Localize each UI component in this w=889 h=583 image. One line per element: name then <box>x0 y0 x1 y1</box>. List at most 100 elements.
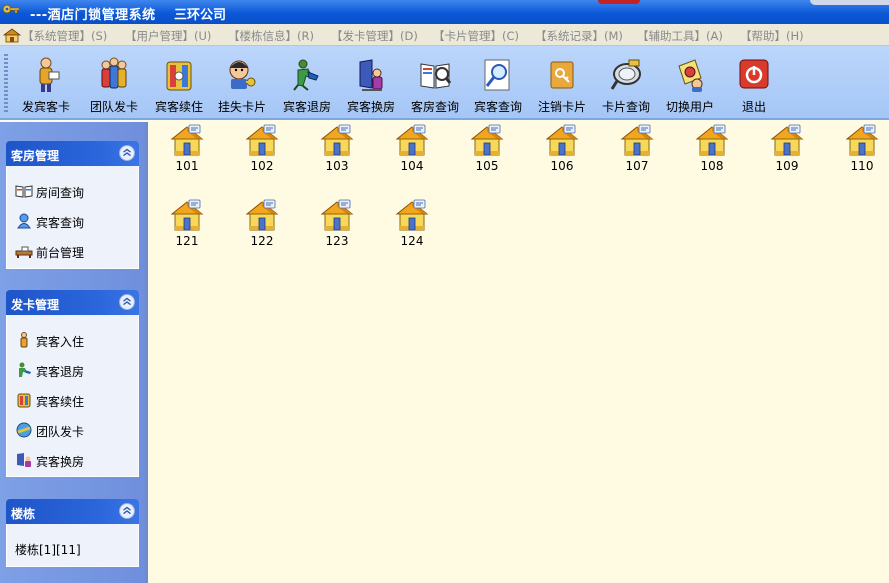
guest-query-button[interactable]: 宾客查询 <box>467 52 529 114</box>
menu-bar: 【系统管理】(S) 【用户管理】(U) 【楼栋信息】(R) 【发卡管理】(D) … <box>0 24 889 46</box>
extend-stay-button[interactable]: 宾客续住 <box>148 52 210 114</box>
change-room-button[interactable]: 宾客换房 <box>340 52 402 114</box>
room-tile[interactable]: 122 <box>235 199 289 259</box>
room-tile[interactable]: 121 <box>160 199 214 259</box>
sidebar-item-change-room[interactable]: 宾客换房 <box>15 451 133 469</box>
room-number: 121 <box>175 234 199 248</box>
sidebar-item-team-card[interactable]: 团队发卡 <box>15 421 133 439</box>
building-body: 楼栋[1][11] <box>6 524 139 567</box>
room-tile[interactable]: 105 <box>460 124 514 184</box>
menu-building[interactable]: 【楼栋信息】(R) <box>228 28 314 44</box>
change-room-icon <box>17 453 31 467</box>
report-lost-button[interactable]: 挂失卡片 <box>211 52 273 114</box>
room-tile[interactable]: 102 <box>235 124 289 184</box>
room-tile[interactable]: 101 <box>160 124 214 184</box>
room-query-icon <box>420 63 452 89</box>
sidebar-item-check-in[interactable]: 宾客入住 <box>15 331 133 349</box>
collapse-chevron-icon[interactable] <box>119 294 135 310</box>
switch-user-label: 切换用户 <box>665 100 714 114</box>
menu-records[interactable]: 【系统记录】(M) <box>535 28 623 44</box>
report-lost-icon <box>229 60 256 89</box>
house-icon <box>545 124 579 156</box>
room-tile[interactable]: 124 <box>385 199 439 259</box>
sidebar-item-label: 宾客续住 <box>36 395 85 409</box>
person-icon <box>17 213 31 229</box>
room-number: 107 <box>625 159 649 173</box>
house-icon <box>620 124 654 156</box>
card-management-header[interactable]: 发卡管理 <box>6 290 139 315</box>
room-tile[interactable]: 107 <box>610 124 664 184</box>
room-tile[interactable]: 109 <box>760 124 814 184</box>
company-name: 三环公司 <box>174 8 227 23</box>
exit-button[interactable]: 退出 <box>723 52 785 114</box>
sidebar-item-label: 房间查询 <box>36 186 85 200</box>
room-management-body: 房间查询 宾客查询 前台管理 <box>6 166 139 269</box>
sidebar-item-label: 宾客退房 <box>36 365 85 379</box>
menu-system[interactable]: 【系统管理】(S) <box>22 28 107 44</box>
sidebar-item-check-out[interactable]: 宾客退房 <box>15 361 133 379</box>
checkout-button[interactable]: 宾客退房 <box>276 52 338 114</box>
sidebar-item-room-query[interactable]: 房间查询 <box>15 182 133 200</box>
cancel-card-label: 注销卡片 <box>537 100 586 114</box>
menu-user[interactable]: 【用户管理】(U) <box>125 28 211 44</box>
menu-tools[interactable]: 【辅助工具】(A) <box>637 28 723 44</box>
menu-issue-card[interactable]: 【发卡管理】(D) <box>331 28 418 44</box>
building-tree-item[interactable]: 楼栋[1][11] <box>15 539 133 557</box>
checkin-icon <box>20 332 28 348</box>
room-number: 105 <box>475 159 499 173</box>
extend-stay-icon <box>166 61 192 91</box>
room-tile[interactable]: 123 <box>310 199 364 259</box>
room-tile[interactable]: 108 <box>685 124 739 184</box>
room-tile[interactable]: 110 <box>835 124 889 184</box>
room-number: 106 <box>550 159 574 173</box>
guest-query-icon <box>484 59 510 91</box>
desk-icon <box>15 246 33 258</box>
card-query-icon <box>610 59 641 90</box>
room-management-panel: 客房管理 房间查询 宾客查询 前台管理 <box>6 141 139 269</box>
issue-guest-card-button[interactable]: 发宾客卡 <box>15 52 77 114</box>
app-menu-icon[interactable] <box>3 27 21 43</box>
card-management-body: 宾客入住 宾客退房 宾客续住 团队发卡 宾客换房 <box>6 315 139 477</box>
checkout-label: 宾客退房 <box>282 100 331 114</box>
menu-card[interactable]: 【卡片管理】(C) <box>433 28 519 44</box>
room-query-button[interactable]: 客房查询 <box>404 52 466 114</box>
guest-card-icon <box>39 57 60 92</box>
house-icon <box>695 124 729 156</box>
house-icon <box>320 124 354 156</box>
room-number: 103 <box>325 159 349 173</box>
room-grid: 101 102 103 104 105 106 107 108 109 110 121 122 123 1… <box>151 122 889 583</box>
card-query-button[interactable]: 卡片查询 <box>595 52 657 114</box>
window-control-fragment[interactable] <box>598 0 640 4</box>
room-tile[interactable]: 106 <box>535 124 589 184</box>
cancel-card-button[interactable]: 注销卡片 <box>531 52 593 114</box>
house-icon <box>245 124 279 156</box>
sidebar-item-guest-query[interactable]: 宾客查询 <box>15 212 133 230</box>
room-number: 123 <box>325 234 349 248</box>
building-header[interactable]: 楼栋 <box>6 499 139 524</box>
exit-label: 退出 <box>741 100 766 114</box>
app-title: ---酒店门锁管理系统 <box>30 8 156 23</box>
room-tile[interactable]: 104 <box>385 124 439 184</box>
menu-help[interactable]: 【帮助】(H) <box>740 28 804 44</box>
toolbar-grip[interactable] <box>4 54 8 112</box>
card-management-panel: 发卡管理 宾客入住 宾客退房 宾客续住 团队发卡 宾客换房 <box>6 290 139 477</box>
team-icon <box>16 422 32 438</box>
collapse-chevron-icon[interactable] <box>119 503 135 519</box>
change-room-icon <box>359 59 383 91</box>
house-icon <box>845 124 879 156</box>
team-card-button[interactable]: 团队发卡 <box>83 52 145 114</box>
collapse-chevron-icon[interactable] <box>119 145 135 161</box>
house-icon <box>320 199 354 231</box>
room-tile[interactable]: 103 <box>310 124 364 184</box>
room-management-header[interactable]: 客房管理 <box>6 141 139 166</box>
sidebar-item-extend-stay[interactable]: 宾客续住 <box>15 391 133 409</box>
checkout-icon <box>293 59 319 91</box>
checkout-icon <box>19 362 31 377</box>
change-room-label: 宾客换房 <box>346 100 395 114</box>
card-query-label: 卡片查询 <box>601 100 650 114</box>
sidebar-item-front-desk[interactable]: 前台管理 <box>15 242 133 260</box>
building-item-label: 楼栋[1][11] <box>15 543 81 557</box>
window-control-fragment-2[interactable] <box>810 0 889 5</box>
switch-user-button[interactable]: 切换用户 <box>659 52 721 114</box>
book-icon <box>15 185 33 198</box>
